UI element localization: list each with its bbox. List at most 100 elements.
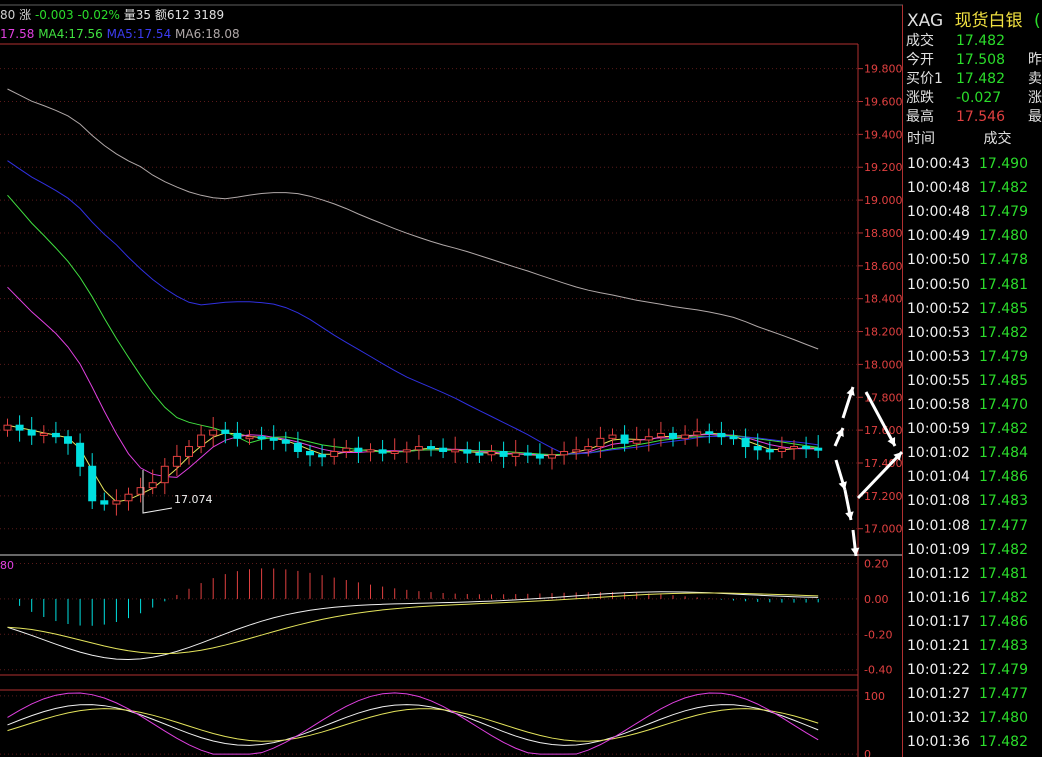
macd-tick-label: -0.40 <box>864 664 892 677</box>
trade-row[interactable]: 10:00:52 17.485 <box>907 301 1028 317</box>
candle-body <box>414 446 423 451</box>
trade-time: 10:01:08 <box>907 517 970 534</box>
candle-body <box>402 449 411 453</box>
candle-body <box>269 437 278 441</box>
candle-body <box>124 493 133 502</box>
trade-time: 10:00:53 <box>907 324 970 341</box>
candle-body <box>596 437 605 448</box>
trade-row[interactable]: 10:00:53 17.482 <box>907 325 1028 341</box>
trade-row[interactable]: 10:01:16 17.482 <box>907 590 1028 606</box>
trade-row[interactable]: 10:01:36 17.482 <box>907 734 1028 750</box>
candle-body <box>523 452 532 456</box>
candle-body <box>669 432 677 439</box>
trade-row[interactable]: 10:00:50 17.478 <box>907 252 1028 268</box>
macd-dif-line <box>7 591 819 661</box>
trade-time: 10:00:48 <box>907 180 970 197</box>
y-tick-label: 17.200 <box>864 490 903 503</box>
trade-time: 10:01:16 <box>907 589 970 606</box>
quote-info-bar: 80 涨 -0.003 -0.02% 量35 额612 3189 <box>0 6 224 23</box>
trade-price: 17.479 <box>979 204 1028 221</box>
candle-body <box>741 437 750 448</box>
quote-row: 今开 17.508 昨 <box>906 49 1042 69</box>
candle-body <box>330 450 339 457</box>
symbol-name-cut: ( <box>1033 11 1041 31</box>
quote-label: 买价1 <box>906 71 943 87</box>
candle-body <box>318 454 327 458</box>
quote-row: 买价1 17.482 卖 <box>906 68 1042 88</box>
kline-chart-area[interactable]: 19.800 19.600 19.400 19.200 19.000 18.800 18.6… <box>0 0 903 757</box>
trade-price: 17.483 <box>979 638 1028 654</box>
candle-body <box>185 446 193 457</box>
trade-price: 17.483 <box>979 493 1028 510</box>
candle-body <box>765 449 774 453</box>
y-tick-label: 18.800 <box>864 227 903 240</box>
y-tick-label: 18.600 <box>864 260 903 273</box>
candle-body <box>257 436 266 440</box>
trade-time: 10:00:52 <box>907 300 970 317</box>
candle-body <box>281 439 290 444</box>
trade-row[interactable]: 10:01:32 17.480 <box>907 710 1028 726</box>
trade-price: 17.484 <box>979 445 1028 462</box>
trade-price: 17.486 <box>979 469 1028 486</box>
trade-price: 17.482 <box>979 421 1028 438</box>
y-axis-ticks: 19.800 19.600 19.400 19.200 19.000 18.800 18.6… <box>858 63 903 757</box>
trade-time: 10:01:17 <box>907 613 970 630</box>
trade-row[interactable]: 10:01:22 17.479 <box>907 662 1028 678</box>
trade-row[interactable]: 10:00:53 17.479 <box>907 349 1028 365</box>
trade-row[interactable]: 10:01:08 17.477 <box>907 518 1028 534</box>
quote-label: 今开 <box>906 52 934 68</box>
candle-body <box>777 447 786 452</box>
amount-extra: 3189 <box>193 8 225 22</box>
kdj-tick-label: 100 <box>864 690 885 703</box>
candle-body <box>148 482 157 489</box>
trade-time: 10:01:02 <box>907 445 970 462</box>
ma5-line <box>7 160 819 455</box>
candle-body <box>753 446 762 451</box>
trade-time: 10:01:22 <box>907 662 970 679</box>
trade-row[interactable]: 10:01:02 17.484 <box>907 445 1028 461</box>
trade-time: 10:00:50 <box>907 252 970 269</box>
candle-body <box>51 432 60 438</box>
trade-price: 17.480 <box>979 710 1028 727</box>
trade-price: 17.478 <box>979 252 1028 269</box>
candle-body <box>100 500 109 505</box>
trade-time: 10:01:08 <box>907 493 970 510</box>
trade-row[interactable]: 10:01:21 17.483 <box>907 638 1028 654</box>
trade-time: 10:00:55 <box>907 372 970 389</box>
trade-row[interactable]: 10:01:27 17.477 <box>907 686 1028 702</box>
trade-row[interactable]: 10:00:50 17.481 <box>907 277 1028 293</box>
kdj-j-line <box>7 692 819 755</box>
candle-body <box>620 434 629 444</box>
trade-row[interactable]: 10:01:12 17.481 <box>907 566 1028 582</box>
ma-pink-line <box>7 286 819 478</box>
trade-row[interactable]: 10:01:17 17.486 <box>907 614 1028 630</box>
candle-body <box>378 449 387 454</box>
candle-body <box>802 446 811 450</box>
trade-row[interactable]: 10:00:59 17.482 <box>907 421 1028 437</box>
trade-row[interactable]: 10:01:08 17.483 <box>907 493 1028 509</box>
candle-body <box>572 449 581 453</box>
y-tick-label: 19.200 <box>864 161 903 174</box>
candle-body <box>27 429 36 436</box>
trade-row[interactable]: 10:00:49 17.480 <box>907 228 1028 244</box>
quote-value: 17.508 <box>956 52 1005 68</box>
trade-price: 17.477 <box>979 517 1028 534</box>
candle-body <box>233 432 242 439</box>
y-tick-label: 18.400 <box>864 293 903 306</box>
trade-row[interactable]: 10:00:48 17.479 <box>907 204 1028 220</box>
trade-row[interactable]: 10:00:48 17.482 <box>907 180 1028 196</box>
candle-body <box>814 447 823 451</box>
info-prefix: 80 <box>0 8 16 22</box>
quote-panel: XAG 现货白银 ( 成交 17.482 今开 17.508 昨买价1 17.482 卖涨跌… <box>903 0 1042 757</box>
quote-value: 17.482 <box>956 71 1005 87</box>
trade-row[interactable]: 10:00:43 17.490 <box>907 156 1028 172</box>
trade-row[interactable]: 10:00:58 17.470 <box>907 397 1028 413</box>
quote-value: -0.027 <box>956 90 1002 106</box>
trade-header-time: 时间 <box>907 131 935 147</box>
y-tick-label: 19.600 <box>864 96 903 109</box>
candle-body <box>608 434 617 439</box>
trade-row[interactable]: 10:01:04 17.486 <box>907 469 1028 485</box>
trade-row[interactable]: 10:00:55 17.485 <box>907 373 1028 389</box>
trade-row[interactable]: 10:01:09 17.482 <box>907 542 1028 558</box>
panel-title: XAG 现货白银 ( <box>907 6 1041 31</box>
